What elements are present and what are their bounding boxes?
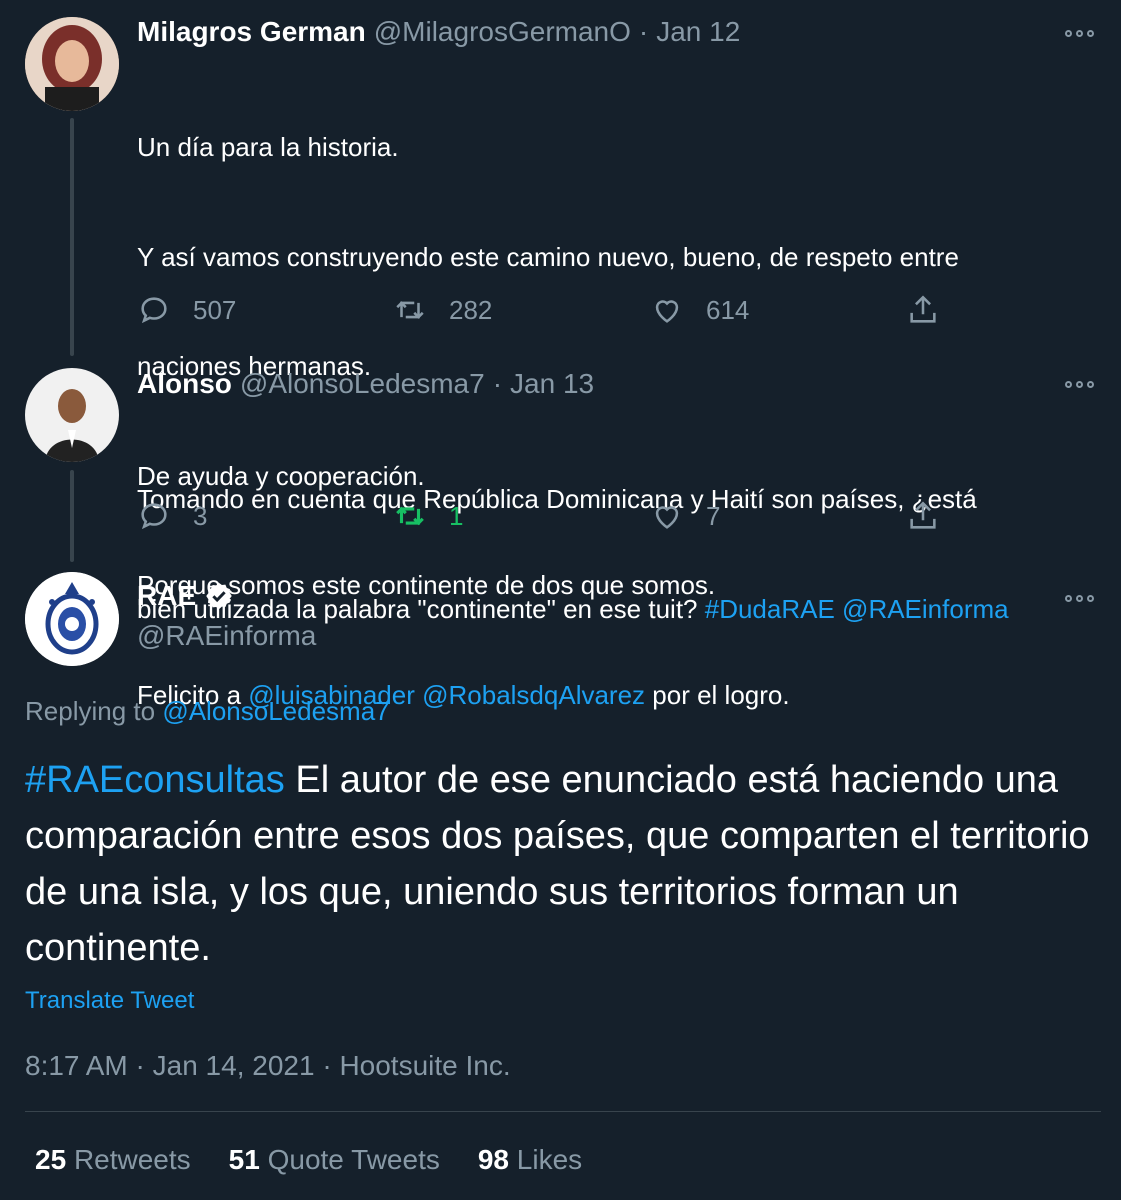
tweet2-reply-button[interactable]: 3 <box>137 499 207 533</box>
tweet2-more-icon[interactable] <box>1065 376 1105 392</box>
tweet3-source[interactable]: Hootsuite Inc. <box>339 1050 510 1081</box>
tweet1-like-count: 614 <box>706 294 750 325</box>
heart-icon <box>655 300 679 323</box>
replying-label: Replying to <box>25 696 163 726</box>
translate-tweet-link[interactable]: Translate Tweet <box>25 987 194 1015</box>
tweet1-share-button[interactable] <box>906 293 940 327</box>
tweet1-last-suffix: por el logro. <box>645 679 790 710</box>
likes-label: Likes <box>516 1144 583 1175</box>
quotes-label: Quote Tweets <box>267 1144 440 1175</box>
retweets-stat[interactable]: 25 Retweets <box>35 1144 191 1176</box>
hashtag-dudarae[interactable]: #DudaRAE <box>705 594 835 624</box>
hashtag-raeconsultas[interactable]: #RAEconsultas <box>25 759 285 801</box>
tweet1-more-icon[interactable] <box>1065 25 1105 41</box>
tweet1-date[interactable]: Jan 12 <box>656 16 740 48</box>
retweet-icon <box>396 301 424 319</box>
tweet2-share-button[interactable] <box>906 499 940 533</box>
thread-line-2 <box>70 470 74 562</box>
share-icon <box>910 295 936 323</box>
divider <box>25 1111 1101 1112</box>
avatar-milagros[interactable] <box>25 17 119 111</box>
tweet1-line: Un día para la historia. <box>137 132 399 162</box>
tweet2-like-button[interactable]: 7 <box>650 499 720 533</box>
tweet2-author-name[interactable]: Alonso <box>137 368 232 400</box>
reply-icon <box>141 503 167 530</box>
replying-to-handle[interactable]: @AlonsoLedesma7 <box>162 696 389 726</box>
avatar-rae[interactable] <box>25 572 119 666</box>
tweet3-author-name[interactable]: RAE <box>137 580 196 612</box>
retweets-count: 25 <box>35 1144 67 1175</box>
tweet1-reply-button[interactable]: 507 <box>137 293 236 327</box>
tweet2-retweet-count: 1 <box>449 500 464 531</box>
rae-seal-icon <box>25 572 119 666</box>
tweet2-retweet-button[interactable]: 1 <box>393 499 463 533</box>
tweet1-retweet-button[interactable]: 282 <box>393 293 492 327</box>
tweet3-stats: 25 Retweets 51 Quote Tweets 98 Likes <box>35 1144 582 1176</box>
likes-stat[interactable]: 98 Likes <box>478 1144 582 1176</box>
retweet-icon <box>396 506 424 526</box>
tweet3-more-icon[interactable] <box>1065 590 1105 606</box>
mention-robalsdqalvarez[interactable]: @RobalsdqAlvarez <box>422 680 645 710</box>
likes-count: 98 <box>477 1144 510 1175</box>
tweet3-time[interactable]: 8:17 AM <box>25 1050 128 1081</box>
tweet1-retweet-count: 282 <box>449 294 493 325</box>
tweet1-reply-count: 507 <box>193 294 237 325</box>
mention-raeinforma[interactable]: @RAEinforma <box>842 594 1009 624</box>
thread-line-1 <box>70 118 74 356</box>
tweet1-author-handle[interactable]: @MilagrosGermanO <box>374 16 631 48</box>
tweet2-author-handle[interactable]: @AlonsoLedesma7 <box>240 368 485 400</box>
verified-badge-icon <box>206 582 232 610</box>
tweet2-line: Tomando en cuenta que República Dominica… <box>137 484 977 514</box>
tweet1-header: Milagros German @MilagrosGermanO · Jan 1… <box>137 16 740 48</box>
tweet3-text: #RAEconsultas El autor de ese enunciado … <box>25 752 1105 976</box>
meta-separator: · <box>135 1050 145 1081</box>
heart-icon <box>655 506 679 529</box>
retweets-label: Retweets <box>73 1144 191 1175</box>
tweet2-like-count: 7 <box>706 500 721 531</box>
tweet3-header: RAE <box>137 580 234 612</box>
quotes-count: 51 <box>228 1144 260 1175</box>
tweet2-reply-count: 3 <box>193 500 208 531</box>
quote-tweets-stat[interactable]: 51 Quote Tweets <box>229 1144 440 1176</box>
avatar-alonso[interactable] <box>25 368 119 462</box>
tweet1-line: Y así vamos construyendo este camino nue… <box>137 241 959 272</box>
reply-icon <box>141 297 167 324</box>
tweet1-separator: · <box>638 16 649 47</box>
share-icon <box>910 501 936 529</box>
tweet3-full-date[interactable]: Jan 14, 2021 <box>153 1050 315 1081</box>
tweet1-like-button[interactable]: 614 <box>650 293 749 327</box>
tweet2-header: Alonso @AlonsoLedesma7 · Jan 13 <box>137 368 594 400</box>
tweet3-author-handle[interactable]: @RAEinforma <box>137 620 316 652</box>
tweet1-author-name[interactable]: Milagros German <box>137 16 366 48</box>
meta-separator: · <box>322 1050 332 1081</box>
tweet2-separator: · <box>492 368 503 399</box>
tweet2-date[interactable]: Jan 13 <box>510 368 594 400</box>
tweet3-meta: 8:17 AM · Jan 14, 2021 · Hootsuite Inc. <box>25 1050 511 1082</box>
replying-to: Replying to @AlonsoLedesma7 <box>25 696 390 727</box>
